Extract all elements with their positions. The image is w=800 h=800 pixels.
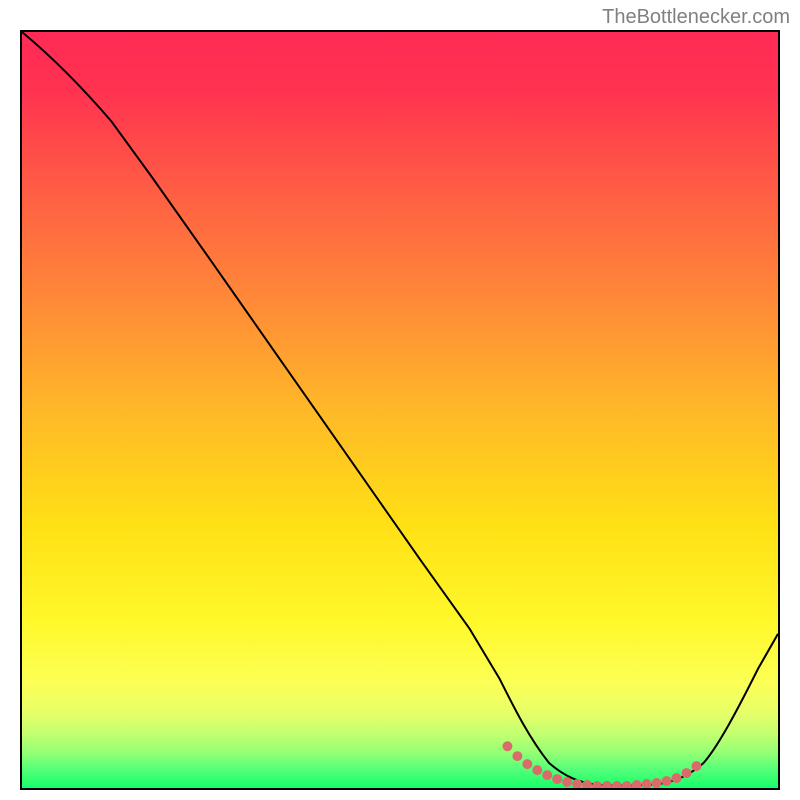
watermark-text: TheBottlenecker.com [602,6,790,29]
bottleneck-curve [22,32,778,788]
chart-container [20,30,780,790]
